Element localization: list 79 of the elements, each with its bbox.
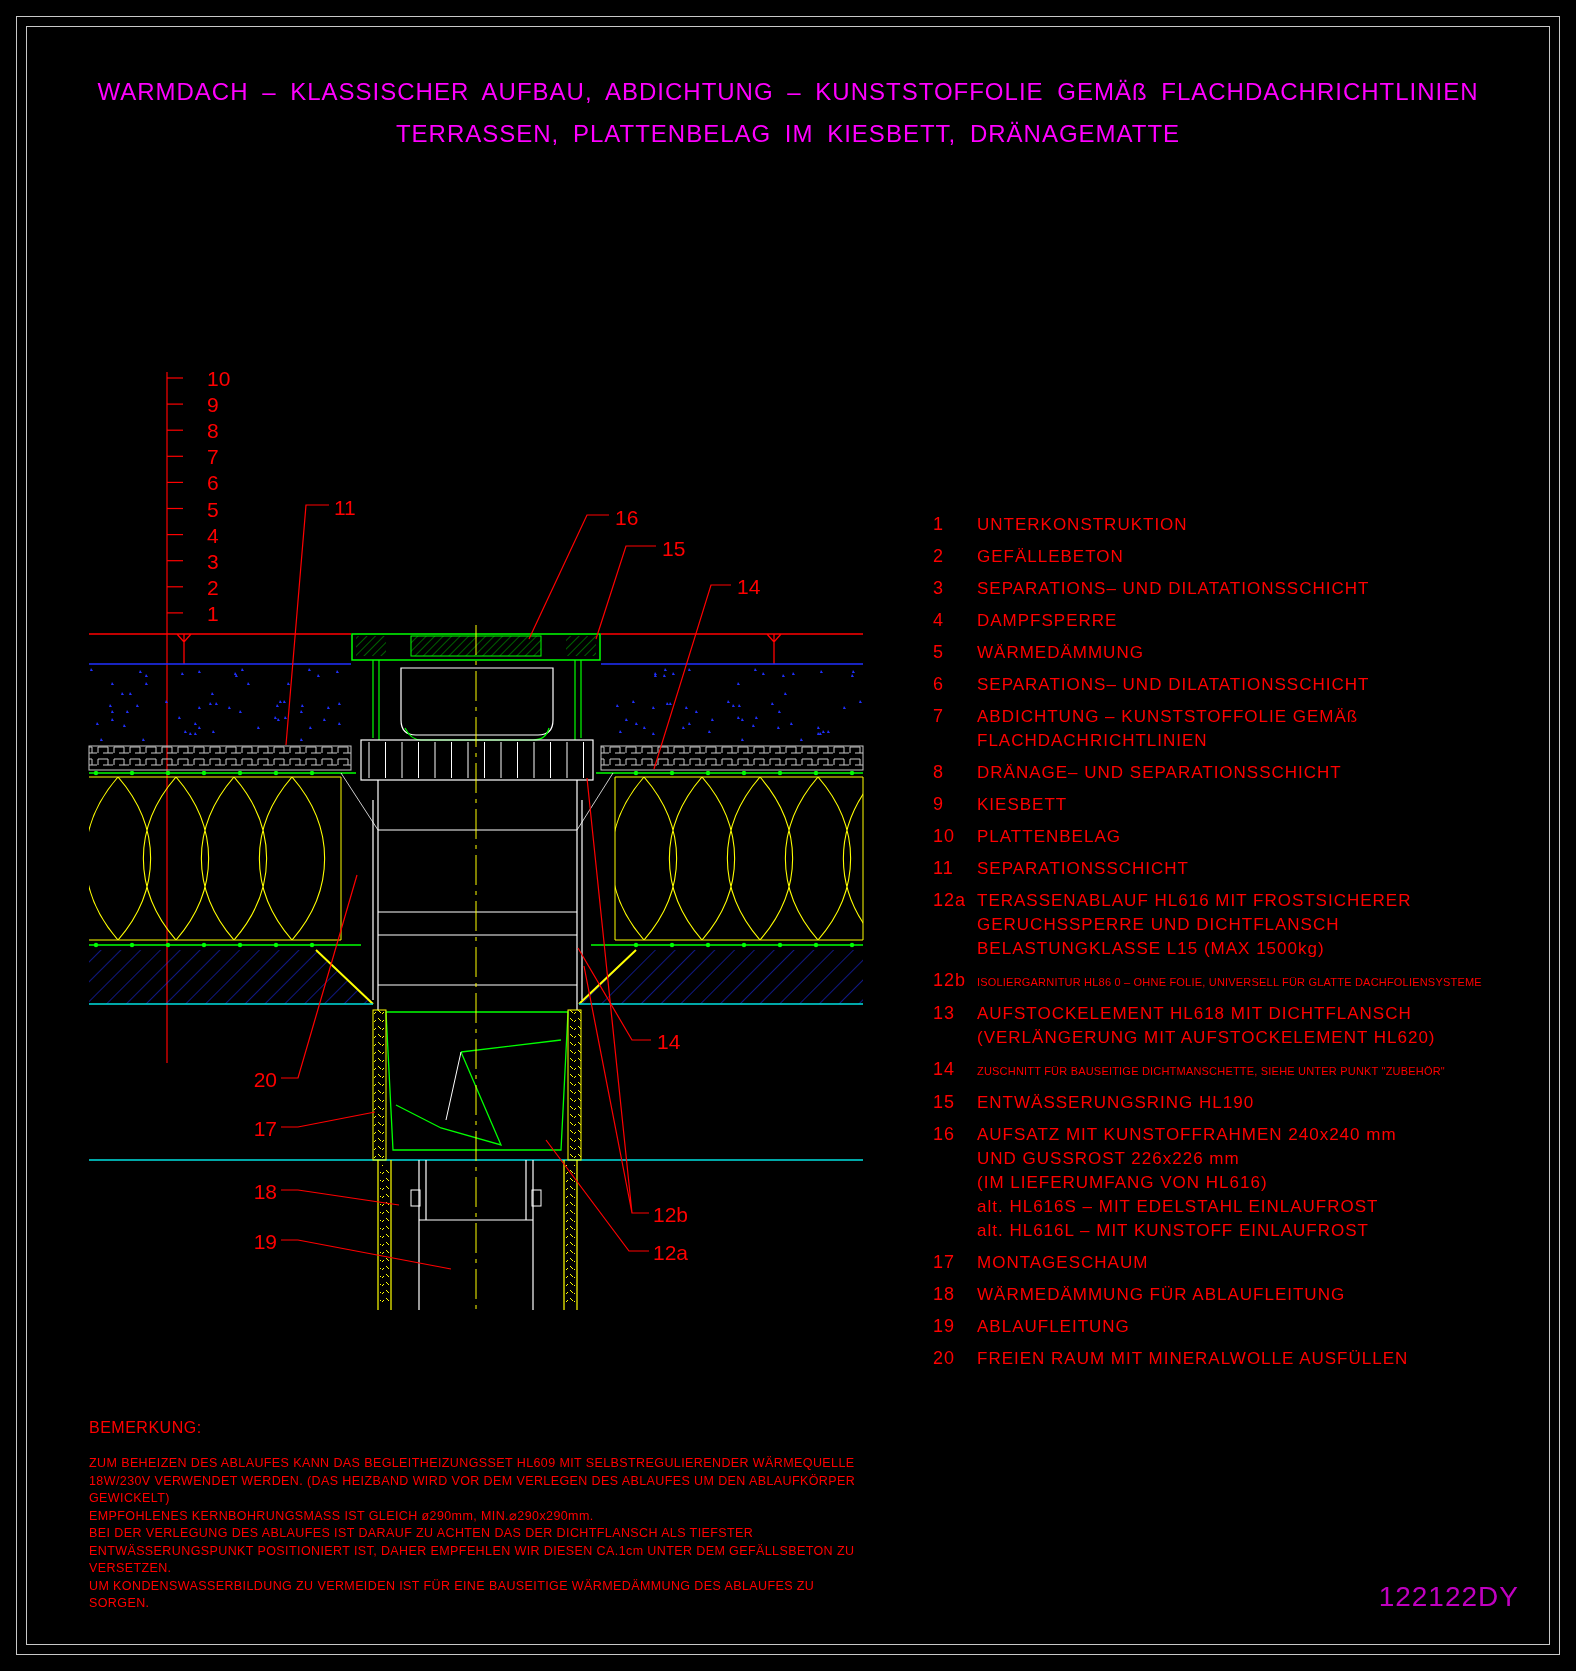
legend-text: alt. HL616S – MIT EDELSTAHL EINLAUFROST (977, 1196, 1380, 1218)
note-text: BEI DER VERLEGUNG DES ABLAUFES IST DARAUF ZU ACHTEN DAS DER DICHTFLANSCH ALS TIEFSTER ENTWÄSSERUNGSPUNKT POSITIONIERT IST, DAHER EMPFEHLEN WIR DIESEN CA.1cm UNTER DEM GEFÄLLSBETON ZU VERSETZEN. (89, 1525, 856, 1577)
legend-text: KIESBETT (977, 794, 1069, 816)
callout-label: 14 (657, 1030, 681, 1053)
legend-text: UND GUSSROST 226x226 mm (977, 1148, 1241, 1170)
legend-number: 14 (933, 1058, 957, 1081)
legend-number: 1 (933, 513, 945, 536)
legend-number: 15 (933, 1091, 957, 1114)
legend-number: 6 (933, 673, 945, 696)
legend-text: ABDICHTUNG – KUNSTSTOFFOLIE GEMÄß (977, 706, 1360, 728)
legend-text: DRÄNAGE– UND SEPARATIONSSCHICHT (977, 762, 1343, 784)
callout-label: 17 (253, 1117, 277, 1140)
legend-text: ABLAUFLEITUNG (977, 1316, 1131, 1338)
scale-label: 6 (207, 471, 219, 495)
legend-number: 7 (933, 705, 945, 728)
legend-number: 9 (933, 793, 945, 816)
legend-text: FREIEN RAUM MIT MINERALWOLLE AUSFÜLLEN (977, 1348, 1410, 1370)
scale-label: 8 (207, 419, 219, 443)
notes-heading: BEMERKUNG: (89, 1419, 203, 1437)
legend-number: 12a (933, 889, 968, 912)
scale-label: 9 (207, 393, 219, 417)
scale-label: 3 (207, 549, 219, 573)
legend-text: UNTERKONSTRUKTION (977, 514, 1189, 536)
legend-number: 13 (933, 1002, 957, 1025)
legend-number: 18 (933, 1283, 957, 1306)
scale-label: 2 (207, 575, 219, 599)
scale-label: 7 (207, 445, 219, 469)
legend-text: GERUCHSSPERRE UND DICHTFLANSCH (977, 914, 1341, 936)
scale-label: 4 (207, 523, 219, 547)
callout-label: 12b (653, 1203, 689, 1226)
legend-number: 17 (933, 1251, 957, 1274)
legend-text: SEPARATIONS– UND DILATATIONSSCHICHT (977, 578, 1371, 600)
drawing-title: WARMDACH – KLASSISCHER AUFBAU, ABDICHTUNG – KUNSTSTOFFOLIE GEMÄß FLACHDACHRICHTLINIEN (97, 77, 1479, 107)
legend-number: 4 (933, 609, 945, 632)
legend-number: 12b (933, 969, 968, 992)
legend-number: 16 (933, 1123, 957, 1146)
legend-text: TERASSENABLAUF HL616 MIT FROSTSICHERER (977, 890, 1413, 912)
note-text: EMPFOHLENES KERNBOHRUNGSMASS IST GLEICH ø290mm, MIN.⌀290x290mm. (89, 1507, 595, 1525)
note-text: UM KONDENSWASSERBILDUNG ZU VERMEIDEN IST FÜR EINE BAUSEITIGE WÄRMEDÄMMUNG DES ABLAUFES ZU SORGEN. (89, 1577, 816, 1612)
callout-label: 18 (253, 1180, 277, 1203)
legend-number: 11 (933, 857, 955, 880)
legend-number: 19 (933, 1315, 957, 1338)
legend-text: GEFÄLLEBETON (977, 546, 1125, 568)
legend-text: ZUSCHNITT FÜR BAUSEITIGE DICHTMANSCHETTE, SIEHE UNTER PUNKT "ZUBEHÖR" (977, 1064, 1446, 1079)
legend-number: 20 (933, 1347, 957, 1370)
callout-label: 20 (253, 1068, 277, 1091)
scale-label: 10 (207, 367, 231, 390)
legend-text: SEPARATIONSSCHICHT (977, 858, 1190, 880)
scale-label: 1 (207, 601, 219, 625)
legend-number: 10 (933, 825, 957, 848)
legend-text: WÄRMEDÄMMUNG FÜR ABLAUFLEITUNG (977, 1284, 1347, 1306)
drawing-number: 122122DY (1378, 1580, 1519, 1613)
legend-text: SEPARATIONS– UND DILATATIONSSCHICHT (977, 674, 1371, 696)
legend-number: 3 (933, 577, 945, 600)
callout-label: 12a (653, 1241, 689, 1264)
scale-label: 5 (207, 497, 219, 521)
legend-text: alt. HL616L – MIT KUNSTOFF EINLAUFROST (977, 1220, 1370, 1242)
callout-label: 11 (334, 496, 356, 519)
legend-number: 5 (933, 641, 945, 664)
legend-number: 8 (933, 761, 945, 784)
callout-label: 14 (737, 575, 761, 598)
legend-text: ISOLIERGARNITUR HL86 0 – OHNE FOLIE, UNIVERSELL FÜR GLATTE DACHFOLIENSYSTEME (977, 975, 1482, 990)
legend-text: ENTWÄSSERUNGSRING HL190 (977, 1092, 1256, 1114)
legend-text: (VERLÄNGERUNG MIT AUFSTOCKELEMENT HL620) (977, 1027, 1437, 1049)
callout-label: 19 (253, 1230, 277, 1253)
legend-number: 2 (933, 545, 945, 568)
callout-label: 15 (662, 537, 686, 560)
legend-text: MONTAGESCHAUM (977, 1252, 1150, 1274)
legend-text: WÄRMEDÄMMUNG (977, 642, 1145, 664)
legend-text: FLACHDACHRICHTLINIEN (977, 730, 1209, 752)
legend-text: BELASTUNGKLASSE L15 (MAX 1500kg) (977, 938, 1326, 960)
legend-text: DAMPFSPERRE (977, 610, 1119, 632)
legend-text: AUFSATZ MIT KUNSTOFFRAHMEN 240x240 mm (977, 1124, 1398, 1146)
legend-text: AUFSTOCKELEMENT HL618 MIT DICHTFLANSCH (977, 1003, 1413, 1025)
drawing-title: TERRASSEN, PLATTENBELAG IM KIESBETT, DRÄNAGEMATTE (395, 119, 1181, 149)
legend-text: PLATTENBELAG (977, 826, 1122, 848)
legend-text: (IM LIEFERUMFANG VON HL616) (977, 1172, 1269, 1194)
note-text: ZUM BEHEIZEN DES ABLAUFES KANN DAS BEGLEITHEIZUNGSSET HL609 MIT SELBSTREGULIERENDER WÄRMEQUELLE 18W/230V VERWENDET WERDEN. (DAS HEIZBAND WIRD VOR DEM VERLEGEN DES ABLAUFES UM DEN ABLAUFKÖRPER GEWICKELT) (89, 1455, 857, 1507)
callout-label: 16 (615, 506, 639, 529)
